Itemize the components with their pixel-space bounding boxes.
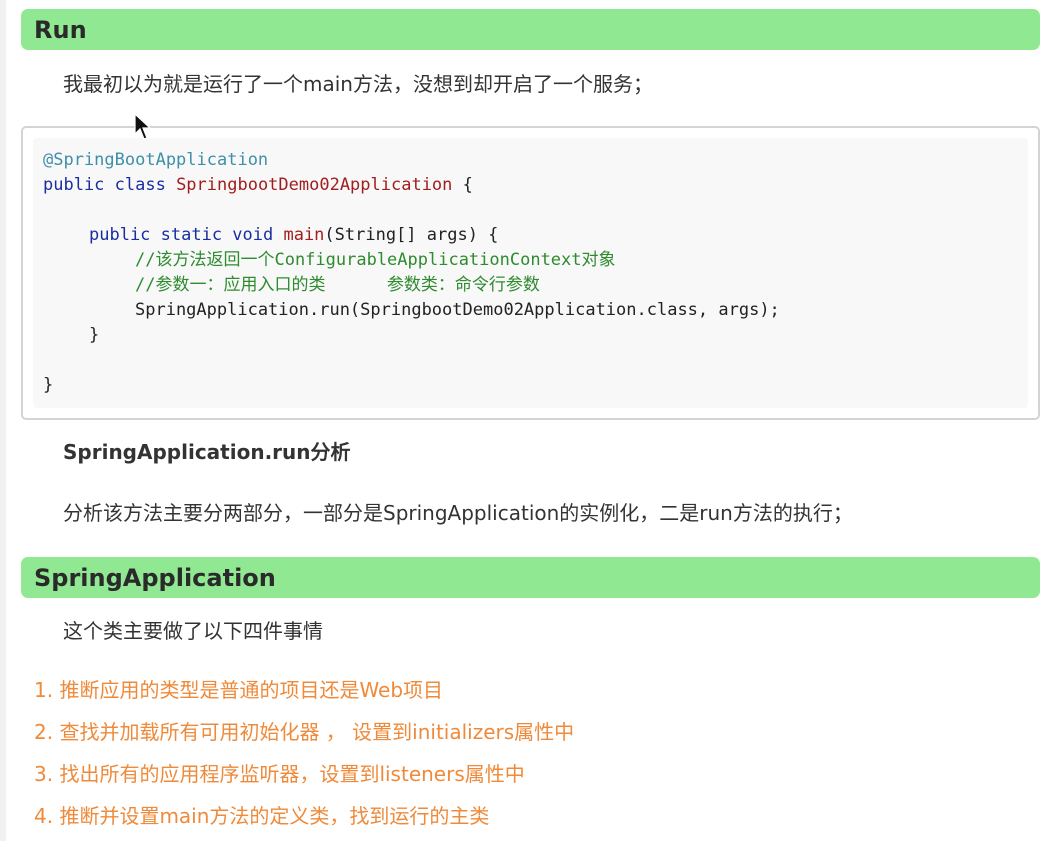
code-line-8: } xyxy=(89,325,100,345)
code-block: @SpringBootApplication public class Spri… xyxy=(21,126,1040,420)
spring-app-intro-text: 这个类主要做了以下四件事情 xyxy=(63,619,323,643)
code-class-name: SpringbootDemo02Application xyxy=(176,175,453,195)
list-item: 2. 查找并加载所有可用初始化器 ， 设置到initializers属性中 xyxy=(34,720,575,744)
code-block-body: @SpringBootApplication public class Spri… xyxy=(33,138,1028,408)
page-left-rule xyxy=(0,0,6,841)
code-line-4: public static void main(String[] args) { xyxy=(89,223,498,248)
mouse-cursor-icon xyxy=(134,112,152,140)
code-annotation: @SpringBootApplication xyxy=(43,150,269,170)
code-text: { xyxy=(452,175,473,195)
section-title-run: Run xyxy=(34,15,87,44)
code-line-5: //该方法返回一个ConfigurableApplicationContext对… xyxy=(135,250,616,270)
run-intro-text: 我最初以为就是运行了一个main方法，没想到却开启了一个服务； xyxy=(63,72,653,96)
section-header-spring-application: SpringApplication xyxy=(21,557,1040,598)
code-line-6: //参数一：应用入口的类 参数类：命令行参数 xyxy=(135,275,540,295)
analysis-heading: SpringApplication.run分析 xyxy=(63,440,351,464)
analysis-text: 分析该方法主要分两部分，一部分是SpringApplication的实例化，二是… xyxy=(63,501,853,525)
code-method-name: main xyxy=(283,225,325,245)
code-keyword: public class xyxy=(43,175,177,195)
code-line-7: SpringApplication.run(SpringbootDemo02Ap… xyxy=(135,300,780,320)
code-text: (String[] args) { xyxy=(324,225,499,245)
list-item: 1. 推断应用的类型是普通的项目还是Web项目 xyxy=(34,678,444,702)
section-header-run: Run xyxy=(21,9,1040,50)
code-line-2: public class SpringbootDemo02Application… xyxy=(43,173,473,198)
section-title-spring-application: SpringApplication xyxy=(34,563,276,592)
code-line-10: } xyxy=(43,375,54,395)
list-item: 3. 找出所有的应用程序监听器，设置到listeners属性中 xyxy=(34,762,525,786)
code-keyword: public static void xyxy=(89,225,284,245)
list-item: 4. 推断并设置main方法的定义类，找到运行的主类 xyxy=(34,804,490,828)
code-line-1: @SpringBootApplication xyxy=(43,148,268,173)
